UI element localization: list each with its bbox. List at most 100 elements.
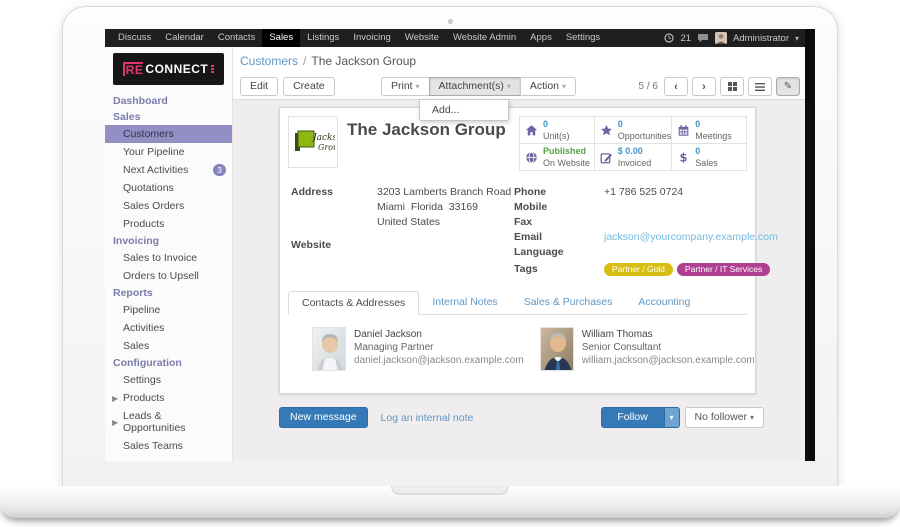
new-message-button[interactable]: New message (279, 407, 368, 428)
stat-sales-button[interactable]: $ 0 Sales (672, 144, 746, 170)
menu-item-contacts[interactable]: Contacts (211, 29, 263, 47)
tab-sales-purchases[interactable]: Sales & Purchases (511, 291, 626, 315)
sidebar-item-pipeline[interactable]: Pipeline (105, 301, 232, 319)
edit-button[interactable]: Edit (240, 77, 279, 96)
pager-counter: 5 / 6 (638, 81, 658, 92)
sidebar-item-sales-teams[interactable]: Sales Teams (105, 437, 232, 455)
caret-down-icon: ▾ (506, 82, 511, 91)
main-menu: Discuss Calendar Contacts Sales Listings… (111, 29, 607, 47)
sidebar: RE CONNECT Dashboard Sales Customers Your… (105, 47, 233, 461)
tags-label: Tags (514, 263, 538, 275)
sidebar-item-orders-to-upsell[interactable]: Orders to Upsell (105, 267, 232, 285)
menu-item-listings[interactable]: Listings (300, 29, 346, 47)
svg-text:Jackson: Jackson (311, 133, 335, 143)
svg-text:Group: Group (318, 143, 335, 152)
print-menu-button[interactable]: Print ▾ (381, 77, 430, 96)
partner-logo-image[interactable]: Jackson Group (288, 116, 338, 168)
menu-item-sales[interactable]: Sales (262, 29, 301, 47)
sidebar-item-activities[interactable]: Activities (105, 319, 232, 337)
sidebar-item-sales-report[interactable]: Sales (105, 337, 232, 355)
menu-item-calendar[interactable]: Calendar (158, 29, 211, 47)
menu-item-website-admin[interactable]: Website Admin (446, 29, 523, 47)
contact-name: Daniel Jackson (354, 329, 422, 340)
laptop-base (0, 486, 900, 518)
tab-contacts-addresses[interactable]: Contacts & Addresses (288, 291, 420, 315)
menu-item-apps[interactable]: Apps (523, 29, 559, 47)
follow-button[interactable]: Follow (600, 407, 665, 428)
sidebar-item-next-activities[interactable]: Next Activities 3 (105, 161, 232, 179)
sidebar-item-leads-opportunities[interactable]: ▶ Leads & Opportunities (105, 407, 232, 437)
partner-title: The Jackson Group (347, 120, 506, 139)
laptop-base-notch (391, 486, 509, 495)
language-label: Language (514, 246, 564, 258)
phone-value: +1 786 525 0724 (604, 186, 684, 198)
stat-units-button[interactable]: 0 Unit(s) (520, 117, 594, 143)
star-icon (600, 124, 612, 135)
sidebar-item-quotations[interactable]: Quotations (105, 179, 232, 197)
contacts-list: Daniel Jackson Managing Partner daniel.j… (288, 315, 755, 385)
home-icon (525, 124, 538, 135)
sidebar-item-sales-orders[interactable]: Sales Orders (105, 197, 232, 215)
follow-caret-button[interactable]: ▾ (664, 407, 680, 428)
contact-role: Managing Partner (354, 342, 434, 353)
email-link[interactable]: jackson@yourcompany.example.com (604, 230, 778, 245)
action-menu-button[interactable]: Action ▾ (519, 77, 576, 96)
pager-next-button[interactable]: › (692, 77, 716, 96)
attachments-menu-button[interactable]: Attachment(s) ▾ (428, 77, 521, 96)
stat-meetings-button[interactable]: 0 Meetings (672, 117, 746, 143)
sidebar-header-dashboard[interactable]: Dashboard (105, 93, 232, 109)
dollar-icon: $ (680, 151, 688, 164)
sidebar-header-configuration: Configuration (113, 357, 182, 369)
create-button[interactable]: Create (283, 77, 335, 96)
sidebar-item-config-products[interactable]: ▶ Products (105, 389, 232, 407)
attachment-add-item[interactable]: Add... (420, 100, 508, 120)
stat-website-button[interactable]: Published On Website (520, 144, 594, 170)
email-label: Email (514, 231, 543, 243)
contact-email: daniel.jackson@jackson.example.com (354, 355, 524, 366)
sidebar-item-sales-to-invoice[interactable]: Sales to Invoice (105, 249, 232, 267)
messages-icon[interactable] (697, 33, 709, 43)
sidebar-item-products[interactable]: Products (105, 215, 232, 233)
breadcrumb-customers[interactable]: Customers (240, 54, 298, 68)
menu-item-discuss[interactable]: Discuss (111, 29, 158, 47)
stat-opportunities-button[interactable]: 0 Opportunities (594, 117, 672, 143)
menu-item-invoicing[interactable]: Invoicing (346, 29, 398, 47)
logo-accent-text: RE (122, 62, 144, 76)
contact-photo (539, 327, 574, 371)
list-view-button[interactable] (748, 77, 772, 96)
log-internal-note-link[interactable]: Log an internal note (381, 412, 474, 424)
mobile-label: Mobile (514, 201, 548, 213)
menu-item-settings[interactable]: Settings (559, 29, 607, 47)
next-activities-badge: 3 (213, 164, 226, 176)
tab-internal-notes[interactable]: Internal Notes (419, 291, 510, 315)
form-view-button[interactable]: ✎ (776, 77, 800, 96)
followers-button[interactable]: No follower ▾ (684, 407, 764, 428)
form-background: Jackson Group The Jackson Group 0Un (233, 100, 805, 461)
sidebar-item-customers[interactable]: Customers (105, 125, 232, 143)
svg-text:$: $ (680, 151, 688, 164)
chatter-bar: New message Log an internal note Follow … (279, 407, 764, 428)
customer-form-sheet: Jackson Group The Jackson Group 0Un (279, 107, 778, 394)
fax-label: Fax (514, 216, 533, 228)
activity-count[interactable]: 21 (680, 33, 691, 44)
edit-square-icon (600, 152, 612, 163)
menu-item-website[interactable]: Website (398, 29, 446, 47)
sidebar-item-your-pipeline[interactable]: Your Pipeline (105, 143, 232, 161)
stat-invoiced-button[interactable]: $ 0.00 Invoiced (594, 144, 672, 170)
sidebar-item-settings[interactable]: Settings (105, 371, 232, 389)
pager-previous-button[interactable]: ‹ (664, 77, 688, 96)
chevron-right-icon: ▶ (112, 417, 119, 427)
kanban-view-button[interactable] (720, 77, 744, 96)
contact-card-william-thomas[interactable]: William Thomas Senior Consultant william… (539, 327, 755, 371)
tab-accounting[interactable]: Accounting (625, 291, 703, 315)
top-navbar: Discuss Calendar Contacts Sales Listings… (105, 29, 805, 47)
user-avatar[interactable] (715, 32, 728, 44)
globe-icon (526, 151, 537, 163)
notebook-tabs: Contacts & Addresses Internal Notes Sale… (288, 290, 747, 315)
company-logo[interactable]: RE CONNECT (113, 53, 224, 85)
address-label: Address (291, 186, 334, 198)
contact-card-daniel-jackson[interactable]: Daniel Jackson Managing Partner daniel.j… (312, 327, 524, 371)
user-menu[interactable]: Administrator (733, 33, 789, 44)
stat-buttons: 0 Unit(s) 0 Opportunities 0Meetings Publ… (519, 116, 747, 171)
activity-clock-icon[interactable] (664, 33, 675, 43)
